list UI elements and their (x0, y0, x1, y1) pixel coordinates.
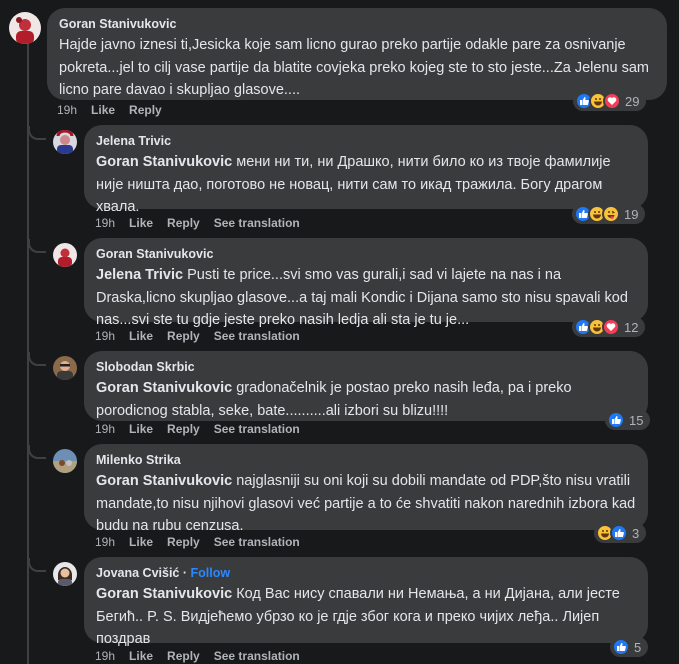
reply-button[interactable]: Reply (167, 535, 200, 549)
timestamp[interactable]: 19h (57, 103, 77, 117)
comment-actions: 19h Like Reply See translation (95, 535, 300, 549)
timestamp[interactable]: 19h (95, 329, 115, 343)
comment-author[interactable]: Slobodan Skrbic (96, 359, 636, 375)
timestamp[interactable]: 19h (95, 422, 115, 436)
comment-author[interactable]: Goran Stanivukovic (96, 246, 636, 262)
mention-link[interactable]: Goran Stanivukovic (96, 473, 232, 489)
avatar[interactable] (53, 243, 77, 267)
reactions-summary[interactable]: 12 (572, 317, 646, 337)
reaction-count: 12 (624, 319, 639, 335)
like-button[interactable]: Like (129, 535, 153, 549)
reply-button[interactable]: Reply (167, 649, 200, 663)
comment-author[interactable]: Goran Stanivukovic (59, 16, 655, 32)
reactions-summary[interactable]: 19 (572, 204, 646, 224)
comment-actions: 19h Like Reply See translation (95, 422, 300, 436)
comment-bubble: Slobodan Skrbic Goran Stanivukovic grado… (84, 351, 648, 421)
comment-actions: 19h Like Reply See translation (95, 329, 300, 343)
like-button[interactable]: Like (129, 329, 153, 343)
like-button[interactable]: Like (129, 216, 153, 230)
mention-link[interactable]: Goran Stanivukovic (96, 380, 232, 396)
avatar[interactable] (53, 562, 77, 586)
timestamp[interactable]: 19h (95, 649, 115, 663)
like-button[interactable]: Like (129, 422, 153, 436)
like-reaction-icon (610, 524, 628, 542)
mention-link[interactable]: Goran Stanivukovic (96, 586, 232, 602)
reaction-count: 15 (629, 412, 644, 428)
comment-text: Goran Stanivukovic gradonačelnik je post… (96, 377, 636, 422)
comment-author[interactable]: Jovana Cvišić (96, 566, 179, 580)
reaction-count: 19 (624, 206, 639, 222)
reply-button[interactable]: Reply (167, 216, 200, 230)
comment-text: Jelena Trivic Pusti te price...svi smo v… (96, 264, 636, 332)
comment-author[interactable]: Jelena Trivic (96, 133, 636, 149)
comment-bubble: Goran Stanivukovic Jelena Trivic Pusti t… (84, 238, 648, 328)
mention-link[interactable]: Jelena Trivic (96, 267, 183, 283)
thread-connector (28, 445, 46, 459)
comment-author[interactable]: Milenko Strika (96, 452, 636, 468)
comment-actions: 19h Like Reply See translation (95, 649, 300, 663)
see-translation-link[interactable]: See translation (214, 422, 300, 436)
reaction-count: 5 (634, 639, 642, 655)
see-translation-link[interactable]: See translation (214, 649, 300, 663)
avatar[interactable] (53, 356, 77, 380)
comment-actions: 19h Like Reply See translation (95, 216, 300, 230)
follow-button[interactable]: Follow (191, 566, 231, 580)
reaction-count: 29 (625, 93, 640, 109)
avatar[interactable] (9, 12, 41, 44)
see-translation-link[interactable]: See translation (214, 535, 300, 549)
like-reaction-icon (612, 638, 630, 656)
comment-text: Hajde javno iznesi ti,Jesicka koje sam l… (59, 37, 649, 98)
reactions-summary[interactable]: 15 (605, 410, 651, 430)
timestamp[interactable]: 19h (95, 535, 115, 549)
mention-link[interactable]: Goran Stanivukovic (96, 154, 232, 170)
comment-bubble: Goran Stanivukovic Hajde javno iznesi ti… (47, 8, 667, 100)
comment-author-row: Jovana Cvišić · Follow (96, 566, 231, 580)
thread-connector (28, 126, 46, 140)
tongue-reaction-icon (602, 205, 620, 223)
thread-connector (28, 558, 46, 572)
reply-button[interactable]: Reply (167, 422, 200, 436)
thread-connector (28, 352, 46, 366)
comment-text: Goran Stanivukovic Код Вас нису спавали … (96, 583, 636, 651)
see-translation-link[interactable]: See translation (214, 329, 300, 343)
reactions-summary[interactable]: 5 (610, 637, 649, 657)
avatar[interactable] (53, 449, 77, 473)
love-reaction-icon (603, 92, 621, 110)
like-reaction-icon (607, 411, 625, 429)
see-translation-link[interactable]: See translation (214, 216, 300, 230)
comment-actions: 19h Like Reply (57, 103, 162, 117)
comment-bubble: Jelena Trivic Goran Stanivukovic мени ни… (84, 125, 648, 215)
comment-bubble: Milenko Strika Goran Stanivukovic najgla… (84, 444, 648, 534)
reactions-summary[interactable]: 29 (573, 91, 647, 111)
comment-bubble: Jovana Cvišić · Follow Goran Stanivukovi… (84, 557, 648, 647)
timestamp[interactable]: 19h (95, 216, 115, 230)
comment-text: Goran Stanivukovic najglasniji su oni ko… (96, 470, 636, 538)
thread-connector (28, 239, 46, 253)
reply-button[interactable]: Reply (167, 329, 200, 343)
reply-button[interactable]: Reply (129, 103, 162, 117)
comment-text: Goran Stanivukovic мени ни ти, ни Драшко… (96, 151, 636, 219)
like-button[interactable]: Like (91, 103, 115, 117)
avatar[interactable] (53, 130, 77, 154)
reaction-count: 3 (632, 525, 640, 541)
like-button[interactable]: Like (129, 649, 153, 663)
love-reaction-icon (602, 318, 620, 336)
reactions-summary[interactable]: 3 (594, 523, 647, 543)
